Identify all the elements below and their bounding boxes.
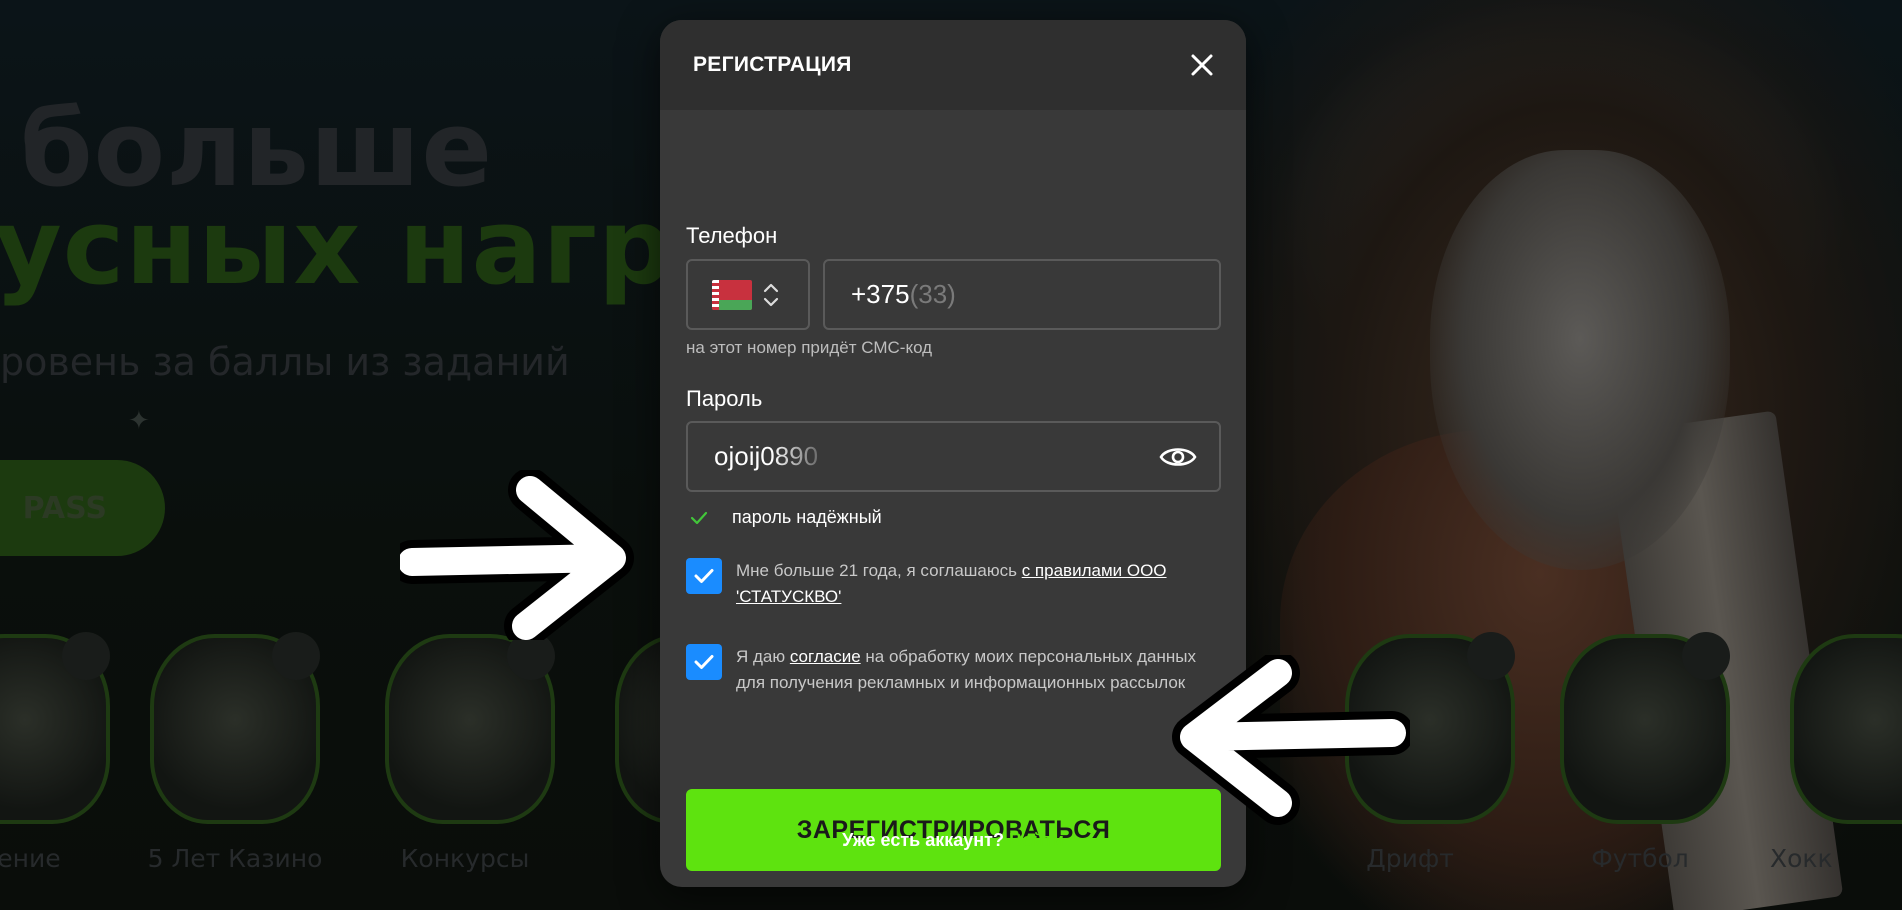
phone-prefix: +375	[851, 279, 910, 309]
bg-tile-label: 5 Лет Казино	[147, 844, 323, 873]
login-prompt-text: Уже есть аккаунт?	[842, 830, 1004, 850]
bg-tile	[150, 632, 320, 824]
marketing-consent-row: Я даю согласие на обработку моих персона…	[686, 644, 1206, 696]
password-input[interactable]: ojoij0890	[686, 421, 1221, 492]
eye-icon[interactable]	[1159, 444, 1197, 470]
bg-tile-badge	[272, 632, 320, 680]
sparkle-icon: ✦	[128, 405, 150, 435]
chevron-updown-icon	[763, 283, 779, 306]
modal-title: РЕГИСТРАЦИЯ	[693, 53, 852, 76]
consent-link[interactable]: согласие	[790, 647, 861, 666]
password-strength-text: пароль надёжный	[732, 507, 882, 527]
bg-subline: ровень за баллы из заданий	[0, 340, 570, 384]
marketing-consent-label: Я даю	[736, 647, 790, 666]
marketing-consent-text: Я даю согласие на обработку моих персона…	[736, 644, 1206, 696]
password-value: ojoij0890	[714, 441, 819, 471]
phone-hint: на этот номер придёт СМС-код	[686, 338, 933, 357]
marketing-consent-checkbox[interactable]	[686, 644, 722, 680]
modal-header: РЕГИСТРАЦИЯ	[660, 20, 1246, 110]
belarus-flag-icon	[712, 279, 752, 310]
bg-tile-label: Дрифт	[1366, 844, 1454, 873]
age-consent-label: Мне больше 21 года, я соглашаюсь	[736, 561, 1022, 580]
phone-label: Телефон	[686, 223, 778, 248]
bg-tile-label: ожение	[0, 844, 61, 873]
country-code-select[interactable]	[686, 259, 810, 330]
password-strength: пароль надёжный	[690, 507, 882, 528]
bg-tile-label: Футбол	[1591, 844, 1689, 873]
close-icon	[1191, 54, 1213, 76]
login-link[interactable]: Войти	[1009, 830, 1064, 850]
bg-pass-button: PASS	[0, 460, 165, 556]
bg-tile-badge	[1682, 632, 1730, 680]
age-consent-checkbox[interactable]	[686, 558, 722, 594]
password-label: Пароль	[686, 386, 763, 411]
phone-mask: (33)	[909, 279, 956, 309]
age-consent-text: Мне больше 21 года, я соглашаюсь с прави…	[736, 558, 1206, 610]
checkmark-icon	[694, 569, 714, 583]
login-prompt-row: Уже есть аккаунт? Войти	[660, 830, 1246, 851]
close-button[interactable]	[1182, 45, 1222, 85]
bg-headline-line2: усных нагр	[0, 186, 674, 308]
bg-tile-badge	[1467, 632, 1515, 680]
bg-tile-badge	[62, 632, 110, 680]
bg-tile-label: Хокк	[1770, 844, 1833, 873]
bg-tile	[1560, 632, 1730, 824]
bg-tile	[0, 632, 110, 824]
bg-tile-label: Конкурсы	[400, 844, 530, 873]
bg-tile	[1790, 634, 1902, 824]
registration-modal: РЕГИСТРАЦИЯ Телефон +375 (33) на этот ном…	[660, 20, 1246, 887]
bg-tile	[385, 632, 555, 824]
age-consent-row: Мне больше 21 года, я соглашаюсь с прави…	[686, 558, 1206, 610]
phone-input[interactable]: +375 (33)	[823, 259, 1221, 330]
left-arrow-annotation-icon	[1172, 655, 1410, 825]
bg-pass-label: PASS	[22, 490, 107, 526]
zeus-illustration-head	[1430, 150, 1730, 570]
checkmark-icon	[694, 655, 714, 669]
right-arrow-annotation-icon	[400, 470, 634, 640]
check-icon	[690, 511, 708, 524]
